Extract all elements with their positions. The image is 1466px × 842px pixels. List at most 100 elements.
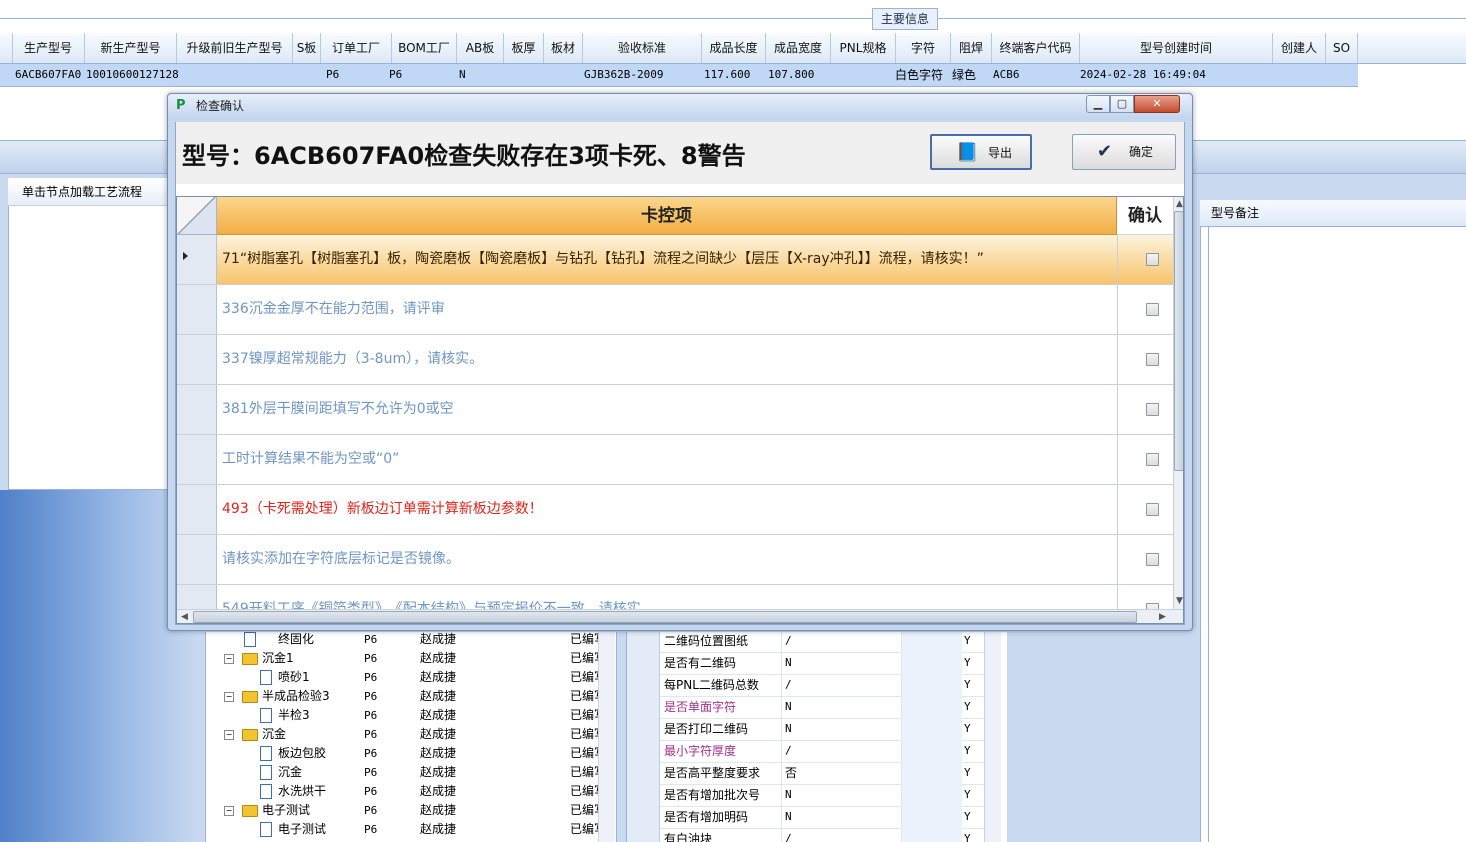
cell-customer-code[interactable]: ACB6 [990, 64, 1020, 86]
collapse-icon[interactable]: − [224, 805, 234, 816]
column-header[interactable]: 成品长度 [702, 33, 766, 63]
property-row[interactable]: 最小字符厚度 / Y [627, 740, 987, 763]
column-header[interactable]: 阻焊 [951, 33, 992, 63]
maximize-button[interactable]: ▢ [1110, 95, 1134, 113]
table-row[interactable]: 6ACB607FA0 10010600127128 P6 P6 N GJB362… [0, 64, 1358, 87]
property-row[interactable]: 是否有二维码 N Y [627, 652, 987, 675]
column-header[interactable]: 验收标准 [583, 33, 702, 63]
property-row[interactable]: 有白油块 / Y [627, 828, 987, 842]
property-value[interactable]: N [781, 696, 903, 718]
property-value[interactable]: N [781, 718, 903, 740]
tree-scrollbar[interactable] [598, 632, 615, 842]
confirm-button[interactable]: ✔ 确定 [1072, 134, 1176, 170]
property-row[interactable]: 是否有增加明码 N Y [627, 806, 987, 829]
close-button[interactable]: ✕ [1134, 95, 1180, 113]
property-row[interactable]: 是否有增加批次号 N Y [627, 784, 987, 807]
tree-node[interactable]: − 沉金 P6 赵成捷 已编写 [206, 725, 606, 744]
column-header[interactable]: BOM工厂 [392, 33, 457, 63]
check-item-row[interactable]: 71“树脂塞孔【树脂塞孔】板，陶瓷磨板【陶瓷磨板】与钻孔【钻孔】流程之间缺少【层… [177, 235, 1173, 285]
collapse-icon[interactable]: − [224, 691, 234, 702]
confirm-checkbox[interactable] [1146, 453, 1159, 466]
collapse-icon[interactable]: − [224, 729, 234, 740]
column-header[interactable]: S板 [293, 33, 321, 63]
column-header[interactable]: 字符 [896, 33, 951, 63]
cell-bom-factory[interactable]: P6 [386, 64, 402, 86]
scroll-up-icon[interactable]: ▲ [1176, 198, 1183, 210]
check-item-row[interactable]: 工时计算结果不能为空或“0” [177, 435, 1173, 485]
column-header-control-item[interactable]: 卡控项 [217, 197, 1117, 235]
scroll-down-icon[interactable]: ▼ [1176, 595, 1183, 607]
vertical-scroll-thumb[interactable] [1174, 211, 1183, 471]
property-value[interactable]: 否 [781, 762, 903, 784]
cell-acceptance-standard[interactable]: GJB362B-2009 [581, 64, 663, 86]
column-header[interactable]: PNL规格 [831, 33, 896, 63]
property-row[interactable]: 每PNL二维码总数 / Y [627, 674, 987, 697]
column-header[interactable]: 成品宽度 [766, 33, 831, 63]
column-header[interactable]: 升级前旧生产型号 [177, 33, 293, 63]
property-row[interactable]: 二维码位置图纸 / Y [627, 632, 987, 653]
column-header-confirm[interactable]: 确认 [1117, 197, 1173, 235]
cell-soldermask[interactable]: 绿色 [949, 64, 976, 86]
check-confirm-dialog: P 检查确认 ▁ ▢ ✕ 型号：6ACB607FA0检查失败存在3项卡死、8警告… [167, 93, 1193, 631]
tab-process-flow[interactable]: 单击节点加载工艺流程 [8, 178, 170, 206]
column-header[interactable]: 订单工厂 [321, 33, 392, 63]
column-header[interactable]: AB板 [457, 33, 504, 63]
cell-width[interactable]: 107.800 [765, 64, 814, 86]
column-header[interactable]: 型号创建时间 [1080, 33, 1273, 63]
property-row[interactable]: 是否单面字符 N Y [627, 696, 987, 719]
column-header[interactable]: 板材 [544, 33, 583, 63]
check-item-row[interactable]: 请核实添加在字符底层标记是否镜像。 [177, 535, 1173, 585]
confirm-checkbox[interactable] [1146, 303, 1159, 316]
tree-node[interactable]: 板边包胶 P6 赵成捷 已编写 [206, 744, 606, 763]
minimize-button[interactable]: ▁ [1086, 95, 1110, 113]
property-value[interactable]: N [781, 652, 903, 674]
column-header[interactable]: SO [1326, 33, 1358, 63]
tree-node[interactable]: 半检3 P6 赵成捷 已编写 [206, 706, 606, 725]
confirm-checkbox[interactable] [1146, 253, 1159, 266]
confirm-checkbox[interactable] [1146, 553, 1159, 566]
check-item-row[interactable]: 381外层干膜间距填写不允许为0或空 [177, 385, 1173, 435]
column-header[interactable]: 新生产型号 [85, 33, 177, 63]
cell-new-model[interactable]: 10010600127128 [83, 64, 179, 86]
check-item-row[interactable]: 337镍厚超常规能力（3-8um），请核实。 [177, 335, 1173, 385]
property-row[interactable]: 是否打印二维码 N Y [627, 718, 987, 741]
property-value[interactable]: N [781, 784, 903, 806]
scroll-left-icon[interactable]: ◀ [181, 611, 188, 623]
scroll-right-icon[interactable]: ▶ [1159, 611, 1166, 623]
property-value[interactable]: / [781, 828, 903, 842]
confirm-checkbox[interactable] [1146, 353, 1159, 366]
property-value[interactable]: / [781, 632, 903, 652]
grid-select-all[interactable] [177, 197, 217, 235]
property-scrollbar[interactable] [984, 632, 1001, 842]
dialog-titlebar[interactable] [168, 94, 1192, 118]
tree-node[interactable]: − 半成品检验3 P6 赵成捷 已编写 [206, 687, 606, 706]
check-item-row[interactable]: 493（卡死需处理）新板边订单需计算新板边参数！ [177, 485, 1173, 535]
property-value[interactable]: / [781, 740, 903, 762]
property-value[interactable]: / [781, 674, 903, 696]
cell-order-factory[interactable]: P6 [323, 64, 339, 86]
property-value[interactable]: N [781, 806, 903, 828]
tree-node[interactable]: 终固化 P6 赵成捷 已编写 [206, 632, 606, 649]
property-row[interactable]: 是否高平整度要求 否 Y [627, 762, 987, 785]
column-header[interactable]: 创建人 [1273, 33, 1326, 63]
horizontal-scroll-thumb[interactable] [193, 611, 1137, 623]
tree-node[interactable]: − 沉金1 P6 赵成捷 已编写 [206, 649, 606, 668]
tree-node[interactable]: − 电子测试 P6 赵成捷 已编写 [206, 801, 606, 820]
check-item-row[interactable]: 336沉金金厚不在能力范围，请评审 [177, 285, 1173, 335]
collapse-icon[interactable]: − [224, 653, 234, 664]
tree-node[interactable]: 沉金 P6 赵成捷 已编写 [206, 763, 606, 782]
column-header[interactable]: 生产型号 [12, 33, 85, 63]
confirm-checkbox[interactable] [1146, 503, 1159, 516]
cell-length[interactable]: 117.600 [701, 64, 750, 86]
cell-ab-board[interactable]: N [456, 64, 466, 86]
cell-model[interactable]: 6ACB607FA0 [12, 64, 81, 86]
cell-created-time[interactable]: 2024-02-28 16:49:04 [1077, 64, 1206, 86]
export-button[interactable]: 📘 导出 [930, 134, 1032, 170]
tree-node[interactable]: 水洗烘干 P6 赵成捷 已编写 [206, 782, 606, 801]
confirm-checkbox[interactable] [1146, 403, 1159, 416]
tree-node[interactable]: 喷砂1 P6 赵成捷 已编写 [206, 668, 606, 687]
column-header[interactable]: 终端客户代码 [992, 33, 1080, 63]
column-header[interactable]: 板厚 [504, 33, 544, 63]
tree-node[interactable]: 电子测试 P6 赵成捷 已编写 [206, 820, 606, 839]
cell-character[interactable]: 白色字符 [892, 64, 943, 86]
